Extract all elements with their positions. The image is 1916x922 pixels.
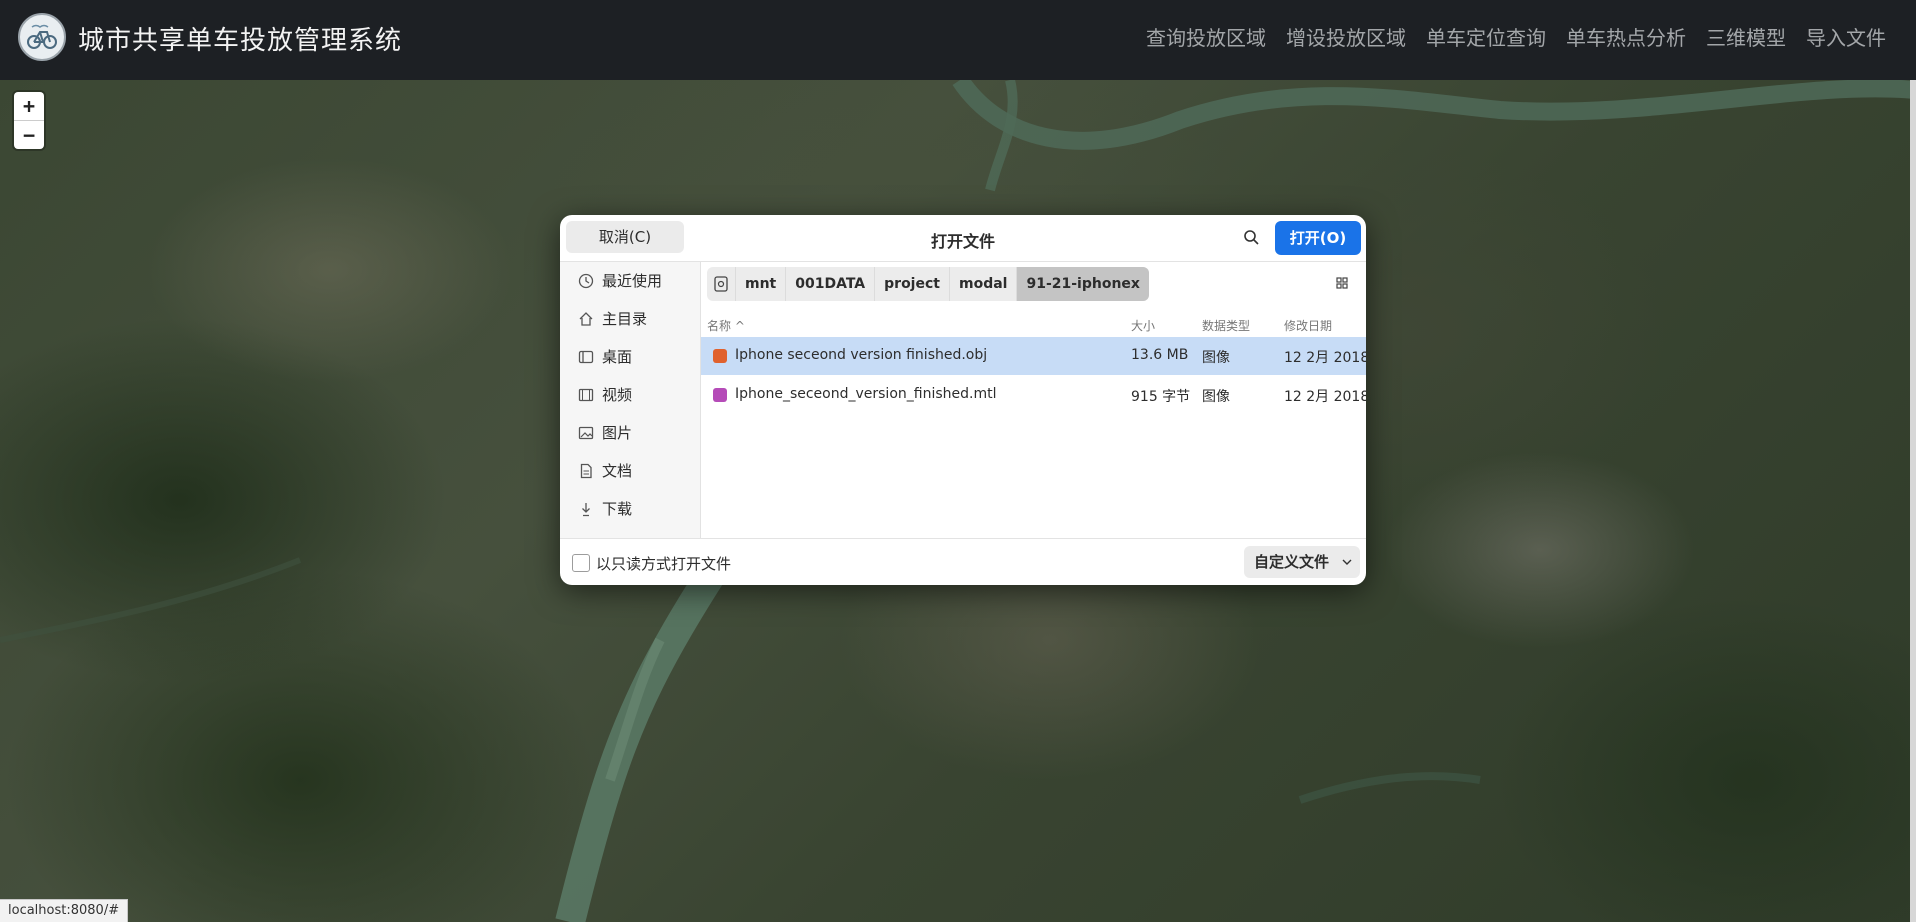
sidebar-item-pictures[interactable]: 图片 [560,414,700,452]
file-name: Iphone seceond version finished.obj [735,347,988,363]
file-name: Iphone_seceond_version_finished.mtl [735,386,997,402]
file-filter-dropdown[interactable]: 自定义文件 [1244,546,1360,578]
home-icon [579,312,593,326]
breadcrumb: mnt 001DATA project modal 91-21-iphonex [707,267,1149,301]
file-row-selected[interactable]: Iphone seceond version finished.obj 13.6… [701,337,1366,375]
video-icon [578,388,594,402]
column-name-label: 名称 [707,319,732,333]
file-filter-label: 自定义文件 [1254,553,1330,571]
dialog-header: 取消(C) 打开文件 打开(O) [560,215,1366,262]
nav-add-area[interactable]: 增设投放区域 [1286,22,1406,51]
column-size[interactable]: 大小 [1131,317,1155,334]
sidebar-item-label: 主目录 [602,310,648,328]
open-file-dialog: 取消(C) 打开文件 打开(O) 最近使用 主目录 桌面 视频 图片 文档 下载… [560,215,1366,585]
nav-import-file[interactable]: 导入文件 [1806,22,1886,51]
clock-icon [578,273,594,289]
nav-hotspot-analysis[interactable]: 单车热点分析 [1566,22,1686,51]
open-button[interactable]: 打开(O) [1275,221,1361,255]
file-date: 12 2月 2018 [1284,389,1366,405]
readonly-label: 以只读方式打开文件 [596,555,732,573]
grid-view-icon[interactable] [1334,275,1350,295]
zoom-out-button[interactable]: − [14,120,44,149]
breadcrumb-item[interactable]: modal [950,267,1018,301]
page-scrollbar[interactable] [1910,80,1916,922]
sidebar-item-label: 最近使用 [602,272,663,290]
column-date[interactable]: 修改日期 [1284,317,1332,334]
sidebar-item-videos[interactable]: 视频 [560,376,700,414]
nav-query-area[interactable]: 查询投放区域 [1146,22,1266,51]
sidebar-item-label: 下载 [602,500,633,518]
dialog-footer: 以只读方式打开文件 自定义文件 [560,538,1366,585]
file-date: 12 2月 2018 [1284,350,1366,366]
breadcrumb-item[interactable]: 001DATA [786,267,876,301]
breadcrumb-item[interactable]: mnt [736,267,787,301]
sidebar-item-home[interactable]: 主目录 [560,300,700,338]
app-title: 城市共享单车投放管理系统 [78,26,403,56]
status-url: localhost:8080/# [0,899,129,922]
document-icon [580,463,592,479]
top-navbar: 城市共享单车投放管理系统 查询投放区域 增设投放区域 单车定位查询 单车热点分析… [0,0,1916,80]
places-sidebar: 最近使用 主目录 桌面 视频 图片 文档 下载 [560,262,701,538]
sidebar-item-label: 图片 [602,424,633,442]
sort-ascending-icon: ^ [734,319,745,333]
search-icon[interactable] [1240,226,1264,250]
desktop-icon [578,350,594,364]
file-size: 915 字节 [1131,389,1191,405]
sidebar-item-desktop[interactable]: 桌面 [560,338,700,376]
nav-3d-model[interactable]: 三维模型 [1706,22,1786,51]
column-name[interactable]: 名称 ^ [707,317,745,334]
main-menu: 查询投放区域 增设投放区域 单车定位查询 单车热点分析 三维模型 导入文件 [1146,22,1886,51]
file-type: 图像 [1202,350,1230,366]
chevron-down-icon [1342,559,1352,565]
column-type[interactable]: 数据类型 [1202,317,1250,334]
image-file-icon [713,388,727,402]
image-icon [578,426,594,440]
sidebar-item-label: 文档 [602,462,633,480]
nav-bike-location[interactable]: 单车定位查询 [1426,22,1546,51]
file-list-header: 名称 ^ 大小 数据类型 修改日期 [707,311,1366,337]
readonly-checkbox[interactable] [572,554,590,572]
model-file-icon [713,349,727,363]
file-size: 13.6 MB [1131,347,1189,363]
map-zoom-control: + − [14,92,44,149]
sidebar-item-recent[interactable]: 最近使用 [560,262,700,300]
zoom-in-button[interactable]: + [14,92,44,120]
sidebar-item-label: 桌面 [602,348,633,366]
file-row[interactable]: Iphone_seceond_version_finished.mtl 915 … [701,376,1366,414]
bike-logo-icon [18,13,66,61]
disk-icon[interactable] [707,267,736,301]
breadcrumb-item[interactable]: project [875,267,950,301]
file-type: 图像 [1202,389,1230,405]
sidebar-item-downloads[interactable]: 下载 [560,490,700,528]
sidebar-item-label: 视频 [602,386,633,404]
sidebar-item-documents[interactable]: 文档 [560,452,700,490]
breadcrumb-current[interactable]: 91-21-iphonex [1017,267,1149,301]
download-icon [582,503,590,517]
